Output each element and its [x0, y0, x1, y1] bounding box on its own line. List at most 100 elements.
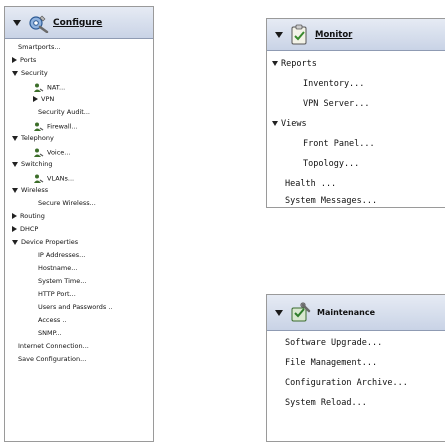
menu-item-telephony[interactable]: Telephony	[12, 135, 54, 142]
menu-item-wireless[interactable]: Wireless	[12, 187, 48, 194]
menu-item-topology[interactable]: Topology...	[303, 160, 359, 169]
menu-item-label: Views	[281, 119, 307, 129]
menu-item-vlans[interactable]: VLANs...	[33, 174, 74, 183]
menu-item-firewall[interactable]: Firewall...	[33, 122, 78, 131]
menu-item-label: Reports	[281, 59, 317, 69]
configure-header[interactable]: Configure	[5, 7, 153, 39]
expand-arrow-icon[interactable]	[33, 96, 38, 102]
collapse-arrow-icon[interactable]	[275, 309, 283, 316]
menu-item-front-panel[interactable]: Front Panel...	[303, 140, 375, 149]
menu-item-switching[interactable]: Switching	[12, 161, 53, 168]
collapse-arrow-icon[interactable]	[12, 135, 18, 141]
menu-item-file-management[interactable]: File Management...	[285, 359, 377, 368]
menu-item-label: Save Configuration...	[18, 355, 87, 363]
menu-item-label: File Management...	[285, 358, 378, 368]
menu-item-voice[interactable]: Voice...	[33, 148, 71, 157]
menu-item-label: Users and Passwords ..	[38, 303, 113, 311]
maintenance-panel: Maintenance Software Upgrade... File Man…	[266, 294, 445, 442]
menu-item-label: Device Properties	[21, 238, 79, 246]
menu-item-label: Hostname...	[38, 264, 78, 272]
menu-item-users-passwords[interactable]: Users and Passwords ..	[38, 304, 113, 311]
menu-item-inventory[interactable]: Inventory...	[303, 80, 364, 89]
clipboard-check-icon	[289, 24, 309, 46]
menu-item-label: System Messages...	[285, 196, 378, 206]
person-icon	[34, 83, 44, 92]
menu-item-label: Ports	[20, 56, 37, 64]
collapse-arrow-icon[interactable]	[12, 239, 18, 245]
menu-item-label: VPN Server...	[303, 99, 370, 109]
collapse-arrow-icon[interactable]	[272, 61, 278, 66]
menu-item-label: Software Upgrade...	[285, 338, 383, 348]
menu-item-label: Firewall...	[47, 122, 78, 131]
menu-item-hostname[interactable]: Hostname...	[38, 265, 77, 272]
menu-item-label: Routing	[20, 212, 45, 220]
menu-item-vpn[interactable]: VPN	[33, 96, 54, 103]
menu-item-label: Wireless	[21, 186, 49, 194]
menu-item-label: Internet Connection...	[18, 342, 89, 350]
menu-item-health[interactable]: Health ...	[285, 180, 336, 189]
person-icon	[34, 122, 44, 131]
collapse-arrow-icon[interactable]	[275, 31, 283, 38]
collapse-arrow-icon[interactable]	[12, 70, 18, 76]
menu-item-routing[interactable]: Routing	[12, 213, 45, 220]
menu-item-label: Topology...	[303, 159, 360, 169]
menu-item-software-upgrade[interactable]: Software Upgrade...	[285, 339, 382, 348]
menu-item-label: Switching	[21, 160, 53, 168]
menu-item-label: Front Panel...	[303, 139, 375, 149]
menu-item-http-port[interactable]: HTTP Port...	[38, 291, 76, 298]
menu-item-vpn-server[interactable]: VPN Server...	[303, 100, 370, 109]
expand-arrow-icon[interactable]	[12, 213, 17, 219]
collapse-arrow-icon[interactable]	[12, 161, 18, 167]
menu-item-configuration-archive[interactable]: Configuration Archive...	[285, 379, 408, 388]
menu-item-label: Inventory...	[303, 79, 365, 89]
configure-panel: Configure Smartports... Ports Security N…	[4, 6, 154, 442]
menu-item-nat[interactable]: NAT...	[33, 83, 65, 92]
menu-item-label: System Time...	[38, 277, 87, 285]
expand-arrow-icon[interactable]	[12, 226, 17, 232]
menu-item-device-properties[interactable]: Device Properties	[12, 239, 78, 246]
expand-arrow-icon[interactable]	[12, 57, 17, 63]
collapse-arrow-icon[interactable]	[272, 121, 278, 126]
menu-item-label: VPN	[41, 95, 55, 103]
menu-item-label: Telephony	[21, 134, 54, 142]
menu-item-dhcp[interactable]: DHCP	[12, 226, 38, 233]
menu-item-label: Secure Wireless...	[38, 199, 96, 207]
menu-item-label: VLANs...	[47, 174, 75, 183]
menu-item-views[interactable]: Views	[272, 120, 307, 129]
menu-item-secure-wireless[interactable]: Secure Wireless...	[38, 200, 96, 207]
menu-item-snmp[interactable]: SNMP...	[38, 330, 62, 337]
menu-item-label: Security	[21, 69, 48, 77]
menu-item-label: DHCP	[20, 225, 39, 233]
configure-title[interactable]: Configure	[53, 18, 102, 28]
maintenance-tools-icon	[289, 301, 311, 324]
menu-item-smartports[interactable]: Smartports...	[18, 44, 61, 51]
menu-item-system-messages[interactable]: System Messages...	[285, 197, 377, 206]
collapse-arrow-icon[interactable]	[12, 187, 18, 193]
menu-item-ports[interactable]: Ports	[12, 57, 36, 64]
monitor-title[interactable]: Monitor	[315, 30, 352, 40]
maintenance-header[interactable]: Maintenance	[267, 295, 445, 331]
menu-item-label: Security Audit...	[38, 108, 91, 116]
menu-item-system-reload[interactable]: System Reload...	[285, 399, 367, 408]
menu-item-ip-addresses[interactable]: IP Addresses...	[38, 252, 85, 259]
menu-item-label: IP Addresses...	[38, 251, 86, 259]
monitor-header[interactable]: Monitor	[267, 19, 445, 51]
wrench-gear-icon	[27, 13, 49, 33]
maintenance-title[interactable]: Maintenance	[317, 308, 375, 317]
menu-item-security-audit[interactable]: Security Audit...	[38, 109, 90, 116]
menu-item-save-configuration[interactable]: Save Configuration...	[18, 356, 86, 363]
menu-item-label: SNMP...	[38, 329, 62, 337]
collapse-arrow-icon[interactable]	[13, 19, 21, 26]
menu-item-label: NAT...	[47, 83, 66, 92]
menu-item-reports[interactable]: Reports	[272, 60, 317, 69]
monitor-panel: Monitor Reports Inventory... VPN Server.…	[266, 18, 445, 208]
person-icon	[34, 148, 44, 157]
menu-item-label: Health ...	[285, 179, 337, 189]
menu-item-internet-connection[interactable]: Internet Connection...	[18, 343, 89, 350]
menu-item-access[interactable]: Access ..	[38, 317, 66, 324]
menu-item-system-time[interactable]: System Time...	[38, 278, 86, 285]
menu-item-label: Voice...	[47, 148, 71, 157]
menu-item-label: Configuration Archive...	[285, 378, 408, 388]
menu-item-security[interactable]: Security	[12, 70, 48, 77]
menu-item-label: Smartports...	[18, 43, 61, 51]
